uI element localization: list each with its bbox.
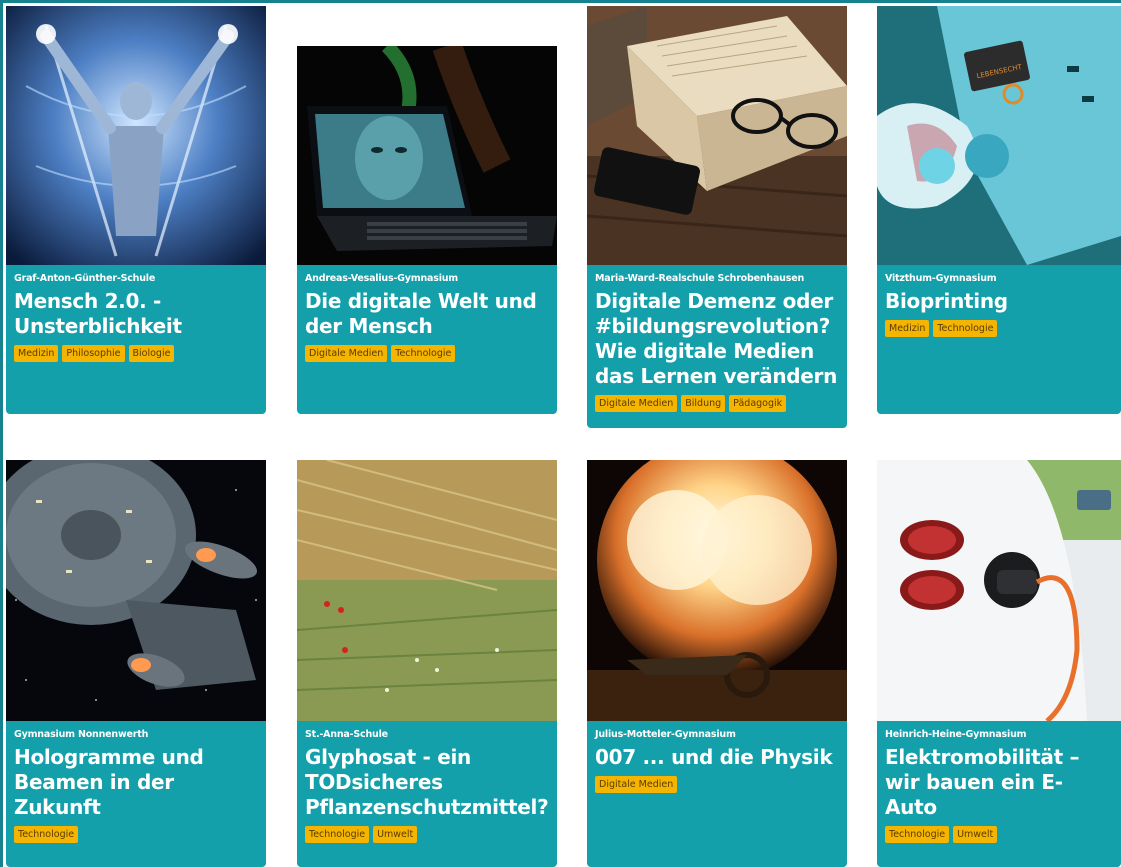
tag-badge[interactable]: Biologie — [128, 345, 175, 362]
school-name: St.-Anna-Schule — [305, 729, 388, 740]
school-name: Heinrich-Heine-Gymnasium — [885, 729, 1027, 740]
tag-list: Digitale Medien Technologie — [305, 345, 549, 362]
card-image-crop-field — [297, 460, 557, 721]
school-name: Vitzthum-Gymnasium — [885, 273, 997, 284]
project-title[interactable]: Glyphosat - ein TODsicheres Pflanzenschu… — [305, 745, 549, 820]
project-title[interactable]: Mensch 2.0. - Unsterblichkeit — [14, 289, 258, 339]
tag-list: Technologie — [14, 826, 258, 843]
tag-list: Digitale Medien — [595, 776, 839, 793]
card-image-ev-charging — [877, 460, 1121, 721]
project-title[interactable]: Elektromobilität – wir bauen ein E-Auto — [885, 745, 1113, 820]
tag-list: Medizin Technologie — [885, 320, 1113, 337]
project-card[interactable]: Gymnasium Nonnenwerth Hologramme und Bea… — [6, 460, 266, 867]
tag-badge[interactable]: Technologie — [933, 320, 998, 337]
tag-badge[interactable]: Pädagogik — [729, 395, 787, 412]
tag-badge[interactable]: Digitale Medien — [595, 395, 678, 412]
project-title[interactable]: 007 ... und die Physik — [595, 745, 839, 770]
tag-badge[interactable]: Digitale Medien — [595, 776, 678, 793]
tag-badge[interactable]: Umwelt — [373, 826, 418, 843]
tag-badge[interactable]: Technologie — [885, 826, 950, 843]
project-card[interactable]: Graf-Anton-Günther-Schule Mensch 2.0. - … — [6, 6, 266, 414]
project-card[interactable]: Andreas-Vesalius-Gymnasium Die digitale … — [297, 46, 557, 414]
school-name: Julius-Motteler-Gymnasium — [595, 729, 736, 740]
school-name: Andreas-Vesalius-Gymnasium — [305, 273, 459, 284]
project-card[interactable]: St.-Anna-Schule Glyphosat - ein TODsiche… — [297, 460, 557, 867]
project-card[interactable]: Julius-Motteler-Gymnasium 007 ... und di… — [587, 460, 847, 867]
tag-badge[interactable]: Digitale Medien — [305, 345, 388, 362]
school-name: Maria-Ward-Realschule Schrobenhausen — [595, 273, 805, 284]
tag-list: Technologie Umwelt — [305, 826, 549, 843]
tag-list: Digitale Medien Bildung Pädagogik — [595, 395, 839, 412]
card-image-starship — [6, 460, 266, 721]
tag-badge[interactable]: Medizin — [885, 320, 930, 337]
card-image-ascension — [6, 6, 266, 265]
card-image-laptop-face — [297, 46, 557, 265]
tag-badge[interactable]: Technologie — [14, 826, 79, 843]
project-title[interactable]: Bioprinting — [885, 289, 1113, 314]
project-card[interactable]: Heinrich-Heine-Gymnasium Elektromobilitä… — [877, 460, 1121, 867]
tag-badge[interactable]: Medizin — [14, 345, 59, 362]
school-name: Graf-Anton-Günther-Schule — [14, 273, 156, 284]
project-title[interactable]: Hologramme und Beamen in der Zukunft — [14, 745, 258, 820]
tag-list: Medizin Philosophie Biologie — [14, 345, 258, 362]
card-image-book-glasses — [587, 6, 847, 265]
card-image-explosion — [587, 460, 847, 721]
tag-badge[interactable]: Technologie — [391, 345, 456, 362]
project-title[interactable]: Digitale Demenz oder #bildungsrevolution… — [595, 289, 839, 389]
tag-list: Technologie Umwelt — [885, 826, 1113, 843]
project-card[interactable]: Maria-Ward-Realschule Schrobenhausen Dig… — [587, 6, 847, 428]
tag-badge[interactable]: Technologie — [305, 826, 370, 843]
card-image-bioprinter: LEBENSECHT — [877, 6, 1121, 265]
school-name: Gymnasium Nonnenwerth — [14, 729, 149, 740]
project-title[interactable]: Die digitale Welt und der Mensch — [305, 289, 549, 339]
project-card[interactable]: LEBENSECHT Vitzthum-Gymnasium Bioprintin… — [877, 6, 1121, 414]
tag-badge[interactable]: Umwelt — [953, 826, 998, 843]
tag-badge[interactable]: Philosophie — [62, 345, 125, 362]
tag-badge[interactable]: Bildung — [681, 395, 726, 412]
